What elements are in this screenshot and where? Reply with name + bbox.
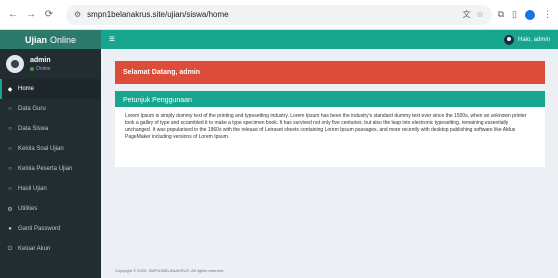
sidebar-user-name: admin xyxy=(30,56,51,64)
sidebar-item-utilities[interactable]: ⚙ Utilities xyxy=(0,199,101,219)
sidebar-item-label: Data Siswa xyxy=(18,126,49,132)
user-greeting: Halo, admin xyxy=(517,36,550,43)
box-title: Petunjuk Penggunaan xyxy=(115,93,545,107)
logo-rest: Online xyxy=(50,34,77,45)
circle-icon: ○ xyxy=(8,146,12,152)
user-panel: admin Online xyxy=(0,49,101,79)
gears-icon: ⚙ xyxy=(7,206,13,213)
tune-icon[interactable]: ⚙ xyxy=(74,10,81,19)
extensions-icon[interactable]: ⧉ xyxy=(498,9,504,20)
app-logo[interactable]: Ujian Online xyxy=(0,30,101,49)
sidebar-item-label: Kelola Peserta Ujian xyxy=(18,166,73,172)
footer-copyright: Copyright © 2025, SMPN1BELANAKRUS. All r… xyxy=(115,268,225,273)
browser-toolbar: ← → ⟳ ⚙ smpn1belanakrus.site/ujian/siswa… xyxy=(0,0,558,30)
forward-icon[interactable]: → xyxy=(24,8,38,22)
sidebar-item-label: Utilities xyxy=(18,206,38,212)
box-body-text: Lorem Ipsum is simply dummy text of the … xyxy=(125,113,527,140)
status-text: Online xyxy=(36,65,51,72)
sidebar-item-home[interactable]: ◆ Home xyxy=(0,79,101,99)
sidebar-menu: ◆ Home ○ Data Guru ○ Data Siswa ○ Kelola… xyxy=(0,79,101,259)
sidebar-item-label: Kelola Soal Ujian xyxy=(18,146,64,152)
online-status-icon xyxy=(30,66,34,71)
circle-icon: ○ xyxy=(8,166,12,172)
avatar xyxy=(6,55,24,73)
circle-icon: ○ xyxy=(8,186,12,192)
sidebar-item-label: Home xyxy=(18,86,35,92)
star-icon[interactable]: ☆ xyxy=(476,10,483,19)
sidebar-item-hasil-ujian[interactable]: ○ Hasil Ujian xyxy=(0,179,101,199)
sidebar-item-label: Data Guru xyxy=(18,106,46,112)
reload-icon[interactable]: ⟳ xyxy=(42,8,56,22)
user-menu[interactable]: Halo, admin xyxy=(503,34,550,45)
home-icon: ◆ xyxy=(7,86,13,93)
main-content: Selamat Datang, admin Petunjuk Penggunaa… xyxy=(101,49,558,278)
sidebar-item-data-guru[interactable]: ○ Data Guru xyxy=(0,99,101,119)
profile-avatar[interactable] xyxy=(525,9,535,20)
sidebar-item-ganti-password[interactable]: ● Ganti Password xyxy=(0,219,101,239)
lock-icon: ● xyxy=(8,226,12,232)
sidebar: admin Online ◆ Home ○ Data Guru ○ Data S… xyxy=(0,49,101,278)
url-text: smpn1belanakrus.site/ujian/siswa/home xyxy=(87,10,229,19)
logo-bold: Ujian xyxy=(24,34,47,45)
sidepanel-icon[interactable]: ▯ xyxy=(512,9,517,20)
top-navbar: ≡ Halo, admin xyxy=(101,30,558,49)
power-icon: ⏻ xyxy=(7,245,13,252)
sidebar-item-keluar-akun[interactable]: ⏻ Keluar Akun xyxy=(0,239,101,259)
sidebar-item-kelola-soal[interactable]: ○ Kelola Soal Ujian xyxy=(0,139,101,159)
back-icon[interactable]: ← xyxy=(6,8,20,22)
menu-dots-icon[interactable]: ⋮ xyxy=(543,9,552,20)
translate-icon[interactable]: 文 xyxy=(462,9,470,20)
welcome-text: Selamat Datang, admin xyxy=(123,69,201,76)
sidebar-item-label: Ganti Password xyxy=(18,226,61,232)
instructions-box: Petunjuk Penggunaan Lorem Ipsum is simpl… xyxy=(115,91,545,167)
sidebar-item-kelola-peserta[interactable]: ○ Kelola Peserta Ujian xyxy=(0,159,101,179)
circle-icon: ○ xyxy=(8,106,12,112)
sidebar-item-label: Hasil Ujian xyxy=(18,186,47,192)
app-header: Ujian Online ≡ Halo, admin xyxy=(0,30,558,49)
sidebar-user-status: Online xyxy=(30,66,51,72)
address-bar[interactable]: ⚙ smpn1belanakrus.site/ujian/siswa/home … xyxy=(66,4,492,25)
sidebar-item-label: Keluar Akun xyxy=(18,246,51,252)
hamburger-menu-icon[interactable]: ≡ xyxy=(109,34,115,45)
user-avatar-icon xyxy=(503,34,514,45)
circle-icon: ○ xyxy=(8,126,12,132)
welcome-alert: Selamat Datang, admin xyxy=(115,61,545,84)
sidebar-item-data-siswa[interactable]: ○ Data Siswa xyxy=(0,119,101,139)
